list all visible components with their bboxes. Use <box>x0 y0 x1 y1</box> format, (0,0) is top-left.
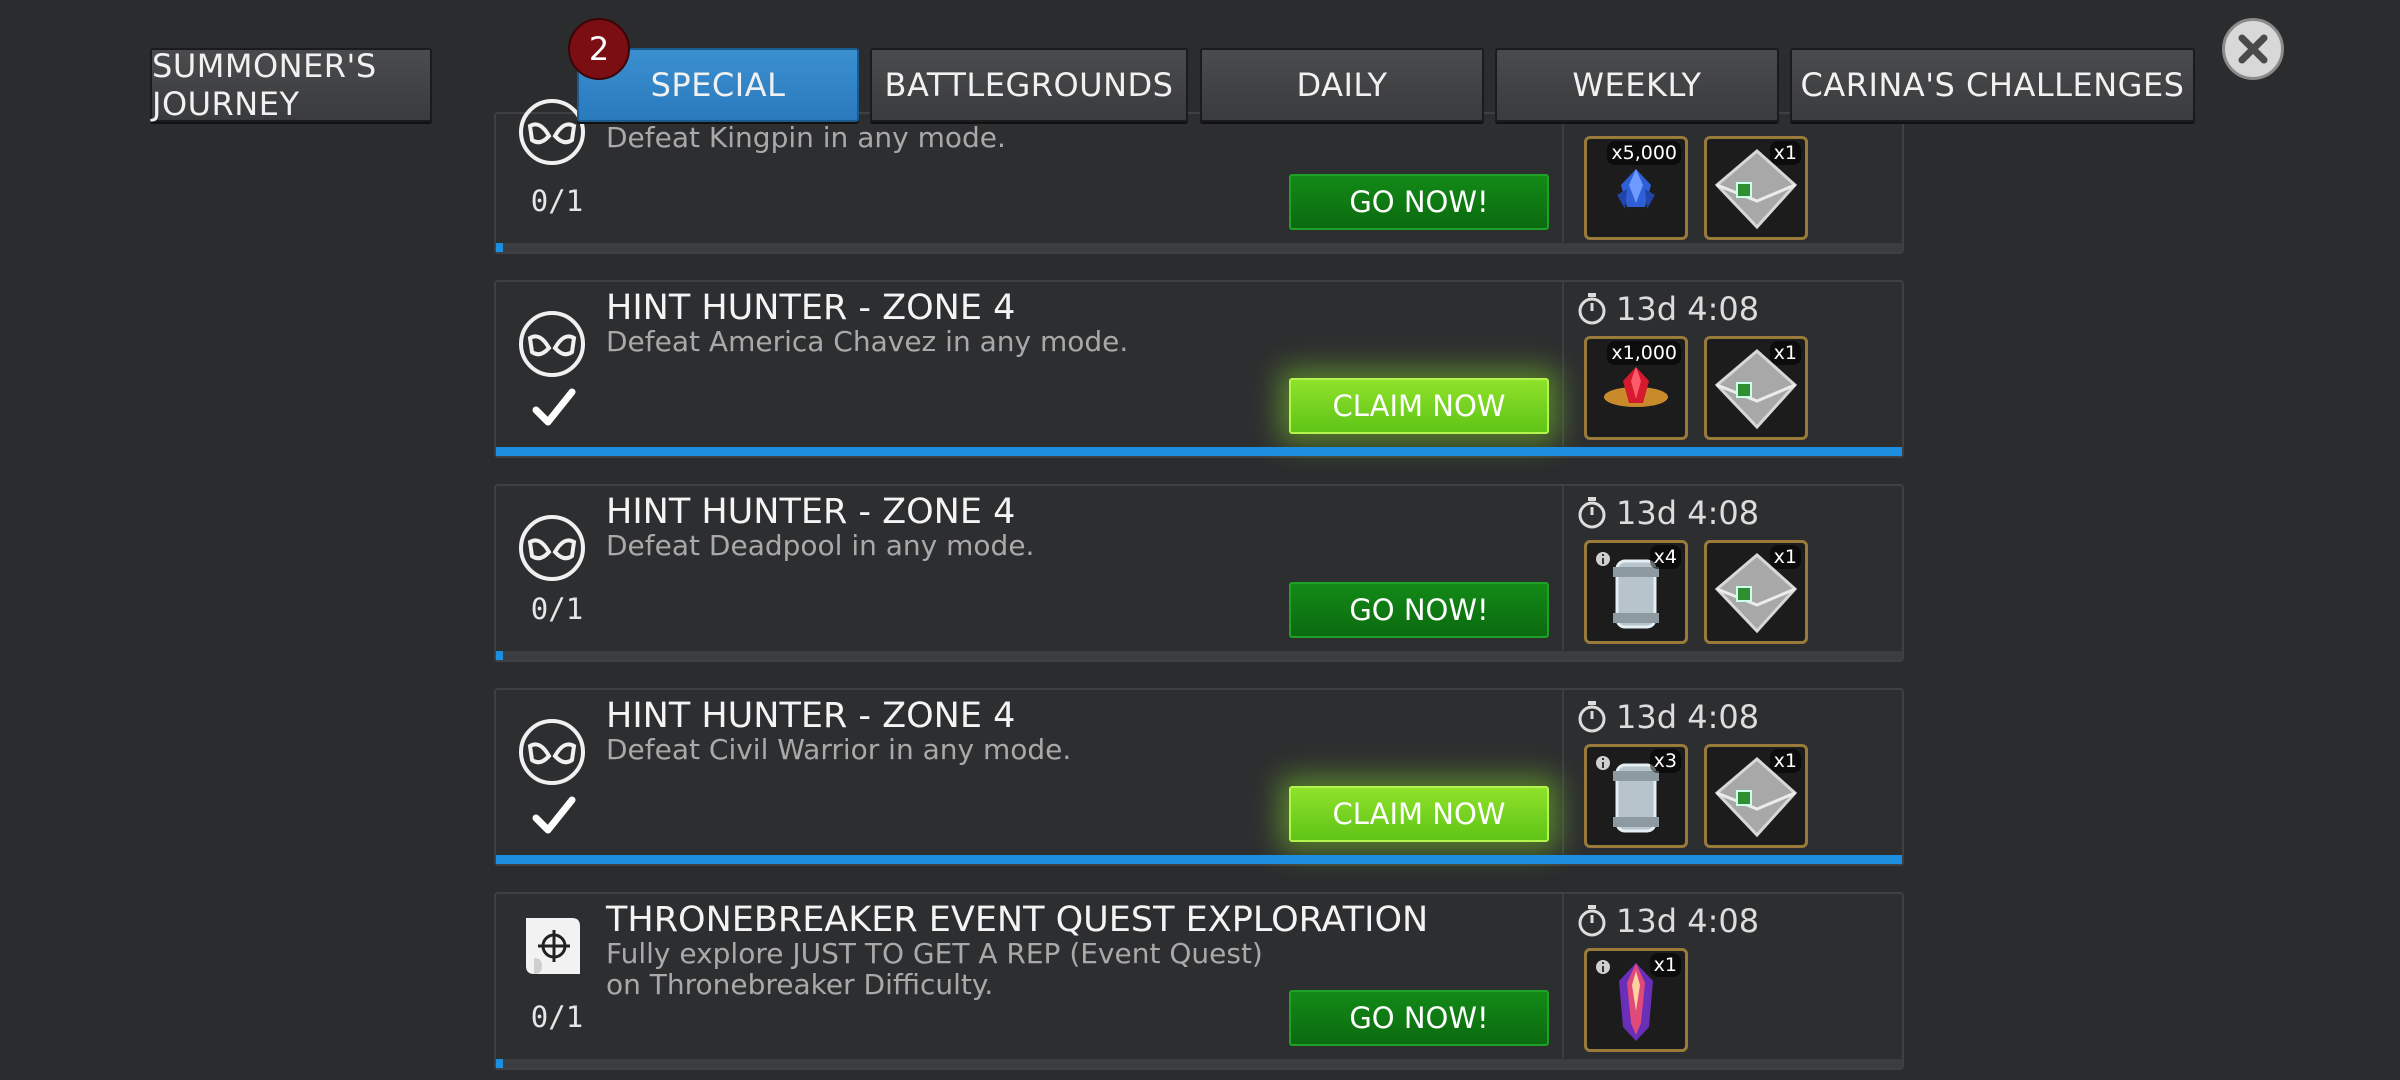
stopwatch-icon <box>1578 905 1606 937</box>
reward-slot[interactable]: x1 <box>1704 336 1808 440</box>
quest-title: HINT HUNTER - ZONE 4 <box>606 696 1016 736</box>
quest-row: 0/1 THRONEBREAKER EVENT QUEST EXPLORATIO… <box>494 892 1904 1070</box>
close-icon <box>2238 34 2268 64</box>
quest-description: Fully explore JUST TO GET A REP (Event Q… <box>606 937 1263 1001</box>
info-icon[interactable] <box>1595 551 1611 567</box>
tab-carinas-challenges[interactable]: CARINA'S CHALLENGES <box>1790 48 2195 122</box>
quest-timer: 13d 4:08 <box>1576 290 1759 328</box>
reward-slot[interactable]: x1,000 <box>1584 336 1688 440</box>
reward-quantity: x3 <box>1649 749 1681 773</box>
go-now-button[interactable]: GO NOW! <box>1289 582 1549 638</box>
progress-fill <box>496 855 1902 864</box>
spider-mask-icon <box>519 719 585 785</box>
reward-slot[interactable]: x4 <box>1584 540 1688 644</box>
checkmark-icon <box>532 796 576 834</box>
quest-progress-count: 0/1 <box>530 592 584 626</box>
reward-quantity: x5,000 <box>1607 141 1681 165</box>
progress-track <box>496 447 1902 456</box>
scroll-map-icon <box>526 918 580 974</box>
column-divider <box>1562 114 1564 242</box>
timer-text: 13d 4:08 <box>1616 494 1760 532</box>
progress-track <box>496 651 1902 660</box>
quest-row: HINT HUNTER - ZONE 4 Defeat America Chav… <box>494 280 1904 458</box>
progress-track <box>496 855 1902 864</box>
tab-summoners-journey[interactable]: SUMMONER'S JOURNEY <box>150 47 432 123</box>
quest-description: Defeat Civil Warrior in any mode. <box>606 733 1072 766</box>
tab-battlegrounds[interactable]: BATTLEGROUNDS <box>870 48 1188 122</box>
spider-mask-icon <box>519 515 585 581</box>
reward-slot[interactable]: x3 <box>1584 744 1688 848</box>
checkmark-icon <box>532 388 576 426</box>
notification-badge: 2 <box>568 18 630 80</box>
claim-now-button[interactable]: CLAIM NOW <box>1289 786 1549 842</box>
reward-quantity: x1 <box>1769 545 1801 569</box>
quest-description: Defeat America Chavez in any mode. <box>606 325 1129 358</box>
column-divider <box>1562 690 1564 854</box>
column-divider <box>1562 282 1564 446</box>
quest-title: HINT HUNTER - ZONE 4 <box>606 288 1016 328</box>
quest-description: Defeat Deadpool in any mode. <box>606 529 1035 562</box>
quest-timer: 13d 4:08 <box>1576 902 1759 940</box>
column-divider <box>1562 486 1564 650</box>
timer-text: 13d 4:08 <box>1616 902 1760 940</box>
close-button[interactable] <box>2222 18 2284 80</box>
quest-timer: 13d 4:08 <box>1576 698 1759 736</box>
quest-title: THRONEBREAKER EVENT QUEST EXPLORATION <box>606 900 1429 940</box>
timer-text: 13d 4:08 <box>1616 698 1760 736</box>
info-icon[interactable] <box>1595 959 1611 975</box>
info-icon[interactable] <box>1595 755 1611 771</box>
quest-title: HINT HUNTER - ZONE 4 <box>606 492 1016 532</box>
spider-mask-icon <box>519 311 585 377</box>
quest-description: Defeat Kingpin in any mode. <box>606 121 1006 154</box>
reward-quantity: x1 <box>1769 341 1801 365</box>
progress-track <box>496 1059 1902 1068</box>
reward-slot[interactable]: x1 <box>1704 136 1808 240</box>
reward-quantity: x1 <box>1769 749 1801 773</box>
timer-text: 13d 4:08 <box>1616 290 1760 328</box>
progress-track <box>496 243 1902 252</box>
progress-fill <box>496 243 504 252</box>
quest-row: HINT HUNTER - ZONE 4 Defeat Civil Warrio… <box>494 688 1904 866</box>
column-divider <box>1562 894 1564 1058</box>
quest-timer: 13d 4:08 <box>1576 494 1759 532</box>
reward-slot[interactable]: x1 <box>1584 948 1688 1052</box>
reward-slot[interactable]: x5,000 <box>1584 136 1688 240</box>
reward-slot[interactable]: x1 <box>1704 540 1808 644</box>
reward-quantity: x4 <box>1649 545 1681 569</box>
stopwatch-icon <box>1578 293 1606 325</box>
go-now-button[interactable]: GO NOW! <box>1289 990 1549 1046</box>
quest-row: Defeat Kingpin in any mode. 0/1 GO NOW! … <box>494 99 1904 254</box>
go-now-button[interactable]: GO NOW! <box>1289 174 1549 230</box>
tab-weekly[interactable]: WEEKLY <box>1495 48 1779 122</box>
progress-fill <box>496 1059 504 1068</box>
stopwatch-icon <box>1578 701 1606 733</box>
quest-progress-count: 0/1 <box>530 1000 584 1034</box>
claim-now-button[interactable]: CLAIM NOW <box>1289 378 1549 434</box>
quest-row: 0/1 HINT HUNTER - ZONE 4 Defeat Deadpool… <box>494 484 1904 662</box>
progress-fill <box>496 447 1902 456</box>
reward-quantity: x1 <box>1649 953 1681 977</box>
stopwatch-icon <box>1578 497 1606 529</box>
reward-quantity: x1 <box>1769 141 1801 165</box>
quest-progress-count: 0/1 <box>530 184 584 218</box>
reward-slot[interactable]: x1 <box>1704 744 1808 848</box>
reward-quantity: x1,000 <box>1607 341 1681 365</box>
tab-daily[interactable]: DAILY <box>1200 48 1484 122</box>
progress-fill <box>496 651 504 660</box>
